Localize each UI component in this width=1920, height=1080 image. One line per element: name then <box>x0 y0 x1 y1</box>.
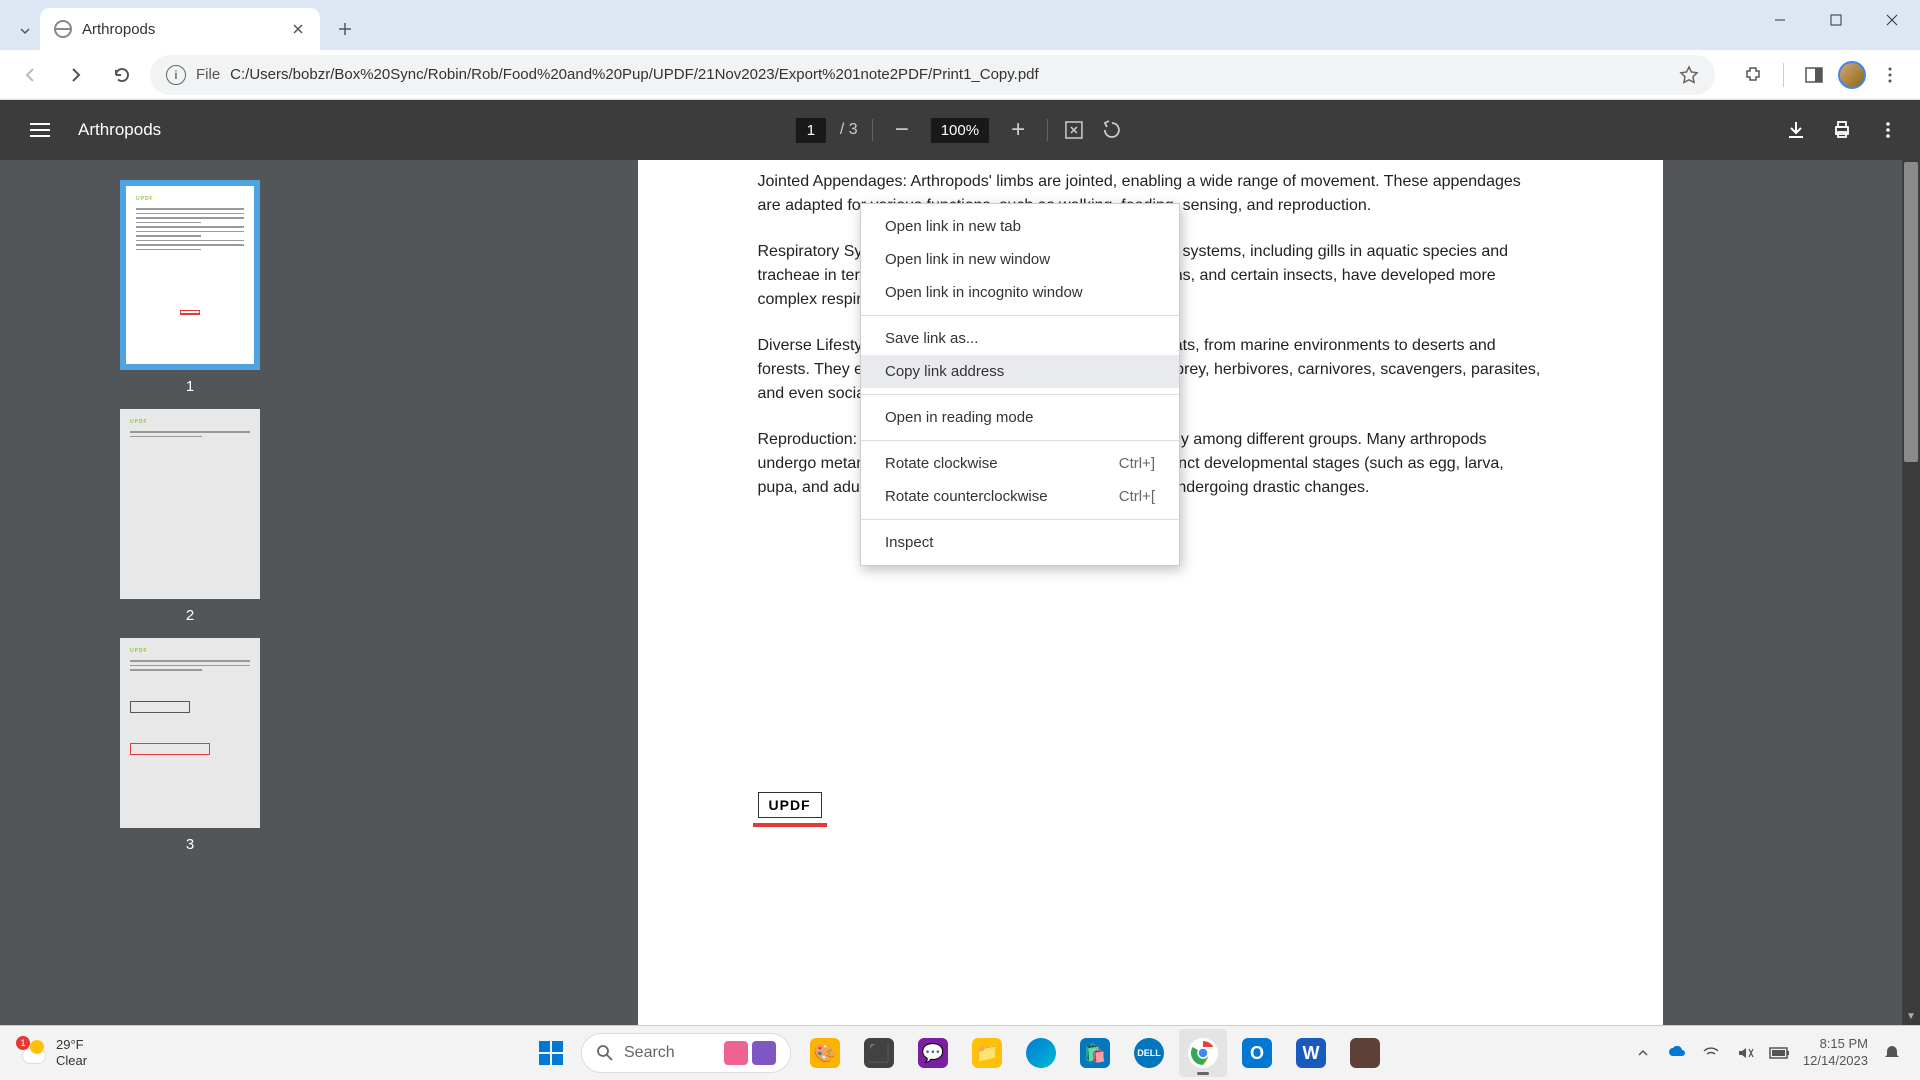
thumbnail-2[interactable]: UPDF <box>120 409 260 599</box>
weather-icon: 1 <box>18 1038 48 1068</box>
notifications-icon[interactable] <box>1882 1043 1902 1063</box>
tab-search-dropdown[interactable] <box>10 12 40 50</box>
thumbnail-3[interactable]: UPDF <box>120 638 260 828</box>
taskbar: 1 29°FClear Search 🎨 ⬛ 💬 📁 🛍️ DELL O W <box>0 1025 1920 1080</box>
scroll-thumb[interactable] <box>1904 162 1918 462</box>
windows-icon <box>539 1041 563 1065</box>
zoom-out-button[interactable]: − <box>887 116 917 144</box>
taskbar-word[interactable]: W <box>1287 1029 1335 1077</box>
url-text: C:/Users/bobzr/Box%20Sync/Robin/Rob/Food… <box>230 66 1039 83</box>
menu-separator <box>861 519 1179 520</box>
browser-tab-strip: Arthropods <box>0 0 1920 50</box>
side-panel-button[interactable] <box>1796 57 1832 93</box>
battery-icon[interactable] <box>1769 1043 1789 1063</box>
weather-condition: Clear <box>56 1053 87 1069</box>
menu-separator <box>861 315 1179 316</box>
menu-open-new-tab[interactable]: Open link in new tab <box>861 210 1179 243</box>
taskbar-store[interactable]: 🛍️ <box>1071 1029 1119 1077</box>
taskbar-app[interactable]: ⬛ <box>855 1029 903 1077</box>
vertical-scrollbar[interactable]: ▲ ▼ <box>1902 160 1920 1025</box>
minimize-window-button[interactable] <box>1752 0 1808 40</box>
rotate-button[interactable] <box>1100 118 1124 142</box>
menu-open-new-window[interactable]: Open link in new window <box>861 243 1179 276</box>
taskbar-search[interactable]: Search <box>581 1033 791 1073</box>
menu-save-link[interactable]: Save link as... <box>861 322 1179 355</box>
site-info-icon[interactable]: i <box>166 65 186 85</box>
taskbar-chrome[interactable] <box>1179 1029 1227 1077</box>
scroll-down-arrow[interactable]: ▼ <box>1902 1007 1920 1025</box>
thumbnail-1[interactable]: UPDF <box>120 180 260 370</box>
thumbnail-label: 1 <box>186 378 194 395</box>
wifi-icon[interactable] <box>1701 1043 1721 1063</box>
print-button[interactable] <box>1830 118 1854 142</box>
address-bar[interactable]: i File C:/Users/bobzr/Box%20Sync/Robin/R… <box>150 55 1715 95</box>
taskbar-outlook[interactable]: O <box>1233 1029 1281 1077</box>
taskbar-edge[interactable] <box>1017 1029 1065 1077</box>
globe-icon <box>54 20 72 38</box>
hamburger-icon <box>30 123 50 137</box>
menu-inspect[interactable]: Inspect <box>861 526 1179 559</box>
menu-open-incognito[interactable]: Open link in incognito window <box>861 276 1179 309</box>
bookmark-icon[interactable] <box>1679 65 1699 85</box>
taskbar-app[interactable] <box>1341 1029 1389 1077</box>
more-actions-button[interactable] <box>1876 118 1900 142</box>
menu-separator <box>861 440 1179 441</box>
menu-copy-link[interactable]: Copy link address <box>861 355 1179 388</box>
back-button[interactable] <box>12 57 48 93</box>
start-button[interactable] <box>531 1033 571 1073</box>
thumbnail-label: 3 <box>186 836 194 853</box>
file-label: File <box>196 66 220 83</box>
menu-rotate-cw[interactable]: Rotate clockwiseCtrl+] <box>861 447 1179 480</box>
browser-nav-bar: i File C:/Users/bobzr/Box%20Sync/Robin/R… <box>0 50 1920 100</box>
browser-menu-button[interactable] <box>1872 57 1908 93</box>
taskbar-app[interactable]: 🎨 <box>801 1029 849 1077</box>
volume-icon[interactable] <box>1735 1043 1755 1063</box>
clock[interactable]: 8:15 PM12/14/2023 <box>1803 1036 1868 1070</box>
forward-button[interactable] <box>58 57 94 93</box>
browser-tab[interactable]: Arthropods <box>40 8 320 50</box>
onedrive-icon[interactable] <box>1667 1043 1687 1063</box>
download-button[interactable] <box>1784 118 1808 142</box>
menu-button[interactable] <box>20 110 60 150</box>
updf-link-badge[interactable]: UPDF <box>758 792 822 818</box>
search-placeholder: Search <box>624 1044 675 1062</box>
thumbnail-label: 2 <box>186 607 194 624</box>
close-tab-button[interactable] <box>290 21 306 37</box>
divider <box>1783 63 1784 87</box>
weather-widget[interactable]: 1 29°FClear <box>18 1037 87 1068</box>
new-tab-button[interactable] <box>330 14 360 44</box>
divider <box>872 119 873 141</box>
profile-avatar[interactable] <box>1838 61 1866 89</box>
tray-expand-icon[interactable] <box>1633 1043 1653 1063</box>
page-total: / 3 <box>840 121 858 139</box>
extensions-button[interactable] <box>1735 57 1771 93</box>
document-title: Arthropods <box>78 120 161 140</box>
zoom-in-button[interactable]: + <box>1003 116 1033 144</box>
menu-reading-mode[interactable]: Open in reading mode <box>861 401 1179 434</box>
pdf-toolbar: Arthropods / 3 − 100% + <box>0 100 1920 160</box>
zoom-level: 100% <box>931 118 989 143</box>
fit-page-button[interactable] <box>1062 118 1086 142</box>
tab-title: Arthropods <box>82 21 280 38</box>
close-window-button[interactable] <box>1864 0 1920 40</box>
reload-button[interactable] <box>104 57 140 93</box>
maximize-window-button[interactable] <box>1808 0 1864 40</box>
page-number-input[interactable] <box>796 118 826 143</box>
thumbnail-panel: UPDF 1 UPDF 2 UPDF 3 <box>0 160 380 1025</box>
search-icon <box>596 1044 614 1062</box>
menu-rotate-ccw[interactable]: Rotate counterclockwiseCtrl+[ <box>861 480 1179 513</box>
taskbar-file-explorer[interactable]: 📁 <box>963 1029 1011 1077</box>
taskbar-dell[interactable]: DELL <box>1125 1029 1173 1077</box>
taskbar-app[interactable]: 💬 <box>909 1029 957 1077</box>
context-menu: Open link in new tab Open link in new wi… <box>860 203 1180 566</box>
divider <box>1047 119 1048 141</box>
weather-temp: 29°F <box>56 1037 87 1053</box>
menu-separator <box>861 394 1179 395</box>
